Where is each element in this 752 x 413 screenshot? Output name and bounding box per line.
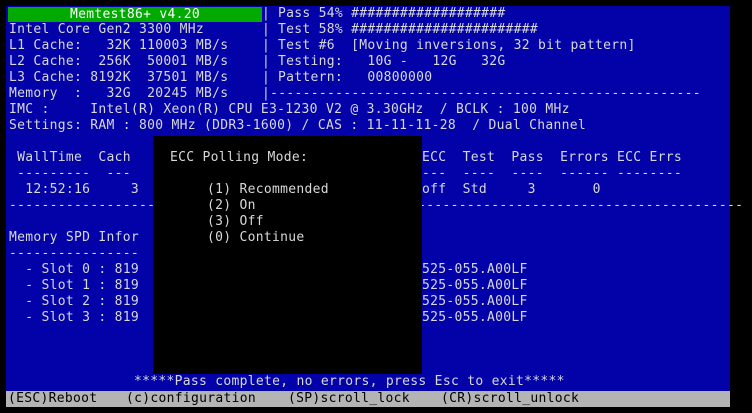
table-header-right: ECC Test Pass Errors ECC Errs xyxy=(422,150,683,165)
configuration-key[interactable]: (c)configuration xyxy=(126,391,256,407)
pass-progress: Pass 54% ################### xyxy=(278,6,506,21)
option-recommended[interactable]: (1) Recommended xyxy=(207,182,329,198)
memory-info: Memory : 32G 20245 MB/s xyxy=(9,86,229,101)
test-progress: Test 58% ####################### xyxy=(278,22,539,37)
table-header: WallTime Cach xyxy=(9,150,131,165)
memtest-screen: Memtest86+ v4.20 Intel Core Gen2 3300 MH… xyxy=(0,0,752,413)
reboot-key[interactable]: (ESC)Reboot xyxy=(8,391,97,407)
app-title: Memtest86+ v4.20 xyxy=(69,7,201,22)
column-divider: | xyxy=(262,6,271,21)
table-rule: --------- --- xyxy=(9,166,131,181)
spd-part-3: 525-055.A00LF xyxy=(422,310,528,325)
table-bottom-rule-right: ----------------------------------------… xyxy=(410,198,744,213)
imc-info: IMC : Intel(R) Xeon(R) CPU E3-1230 V2 @ … xyxy=(9,102,570,117)
spd-part-1: 525-055.A00LF xyxy=(422,278,528,293)
status-message: *****Pass complete, no errors, press Esc… xyxy=(134,374,565,389)
spd-part-2: 525-055.A00LF xyxy=(422,294,528,309)
l2-cache-info: L2 Cache: 256K 50001 MB/s xyxy=(9,54,229,69)
spd-slot-1: - Slot 1 : 819 xyxy=(9,278,140,293)
spd-part-0: 525-055.A00LF xyxy=(422,262,528,277)
spd-rule: ---------------- xyxy=(9,246,140,261)
l1-cache-info: L1 Cache: 32K 110003 MB/s xyxy=(9,38,229,53)
spd-heading: Memory SPD Infor xyxy=(9,230,140,245)
column-divider: | xyxy=(262,22,271,37)
spd-slot-3: - Slot 3 : 819 xyxy=(9,310,140,325)
option-off[interactable]: (3) Off xyxy=(207,214,264,230)
column-divider: | xyxy=(262,38,271,53)
table-row-right: off Std 3 0 xyxy=(422,182,601,197)
column-divider: | xyxy=(262,54,271,69)
ecc-polling-dialog: ECC Polling Mode: (1) Recommended (2) On… xyxy=(153,136,422,374)
test-pattern: Pattern: 00800000 xyxy=(278,70,433,85)
table-row: 12:52:16 3 xyxy=(9,182,140,197)
app-title-bar: Memtest86+ v4.20 xyxy=(8,7,262,22)
spd-slot-2: - Slot 2 : 819 xyxy=(9,294,140,309)
option-on[interactable]: (2) On xyxy=(207,198,256,214)
column-divider: | xyxy=(262,70,271,85)
scroll-lock-key[interactable]: (SP)scroll_lock xyxy=(288,391,410,407)
memory-rule: |---------------------------------------… xyxy=(262,86,701,101)
key-help-bar: (ESC)Reboot (c)configuration (SP)scroll_… xyxy=(6,391,730,407)
current-test: Test #6 [Moving inversions, 32 bit patte… xyxy=(278,38,636,53)
spd-slot-0: - Slot 0 : 819 xyxy=(9,262,140,277)
l3-cache-info: L3 Cache: 8192K 37501 MB/s xyxy=(9,70,229,85)
dialog-title: ECC Polling Mode: xyxy=(170,150,309,165)
settings-info: Settings: RAM : 800 MHz (DDR3-1600) / CA… xyxy=(9,118,586,133)
testing-range: Testing: 10G - 12G 32G xyxy=(278,54,506,69)
cpu-info: Intel Core Gen2 3300 MHz xyxy=(9,22,205,37)
option-continue[interactable]: (0) Continue xyxy=(207,230,305,246)
scroll-unlock-key[interactable]: (CR)scroll_unlock xyxy=(441,391,579,407)
table-rule-right: --- ---- ---- ------ -------- xyxy=(422,166,683,181)
